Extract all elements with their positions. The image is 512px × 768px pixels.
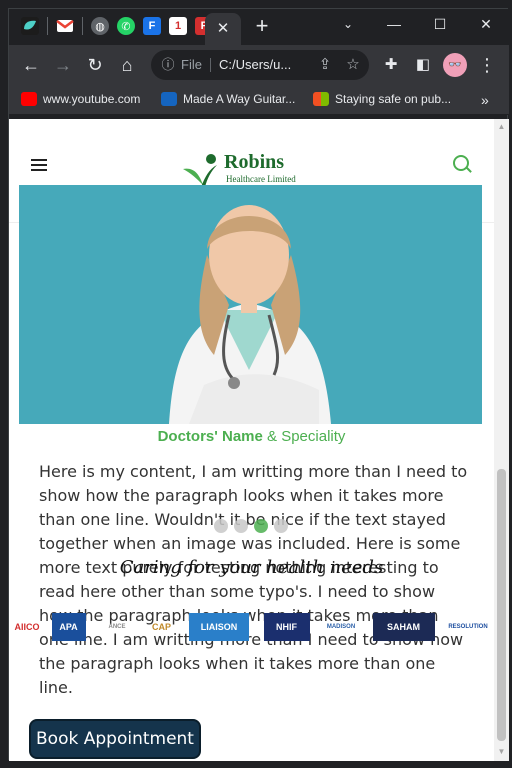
active-tab[interactable]: ✕ (205, 13, 241, 45)
close-tab-icon[interactable]: ✕ (213, 19, 233, 39)
back-arrow-icon[interactable]: ← (19, 53, 43, 77)
file-scheme-label: File (181, 57, 202, 72)
browser-window: ◍ ✆ F 1 F ✕ + ⌄ — ☐ ✕ ← → ↻ ⌂ ⓘ File C:/… (8, 8, 509, 761)
scrollbar-thumb[interactable] (497, 469, 506, 741)
scroll-down-icon[interactable]: ▼ (494, 746, 509, 758)
doctor-photo (19, 185, 482, 424)
partner-logo[interactable]: CAP (149, 613, 175, 641)
profile-avatar[interactable]: 👓 (443, 53, 467, 77)
info-icon[interactable]: ⓘ (159, 56, 177, 74)
maximize-button[interactable]: ☐ (417, 9, 463, 39)
tab-separator (47, 17, 48, 35)
site-favicon-icon (161, 92, 177, 106)
carousel-dots (214, 519, 288, 533)
partner-logo[interactable]: SAHAM (372, 613, 435, 641)
partner-logo[interactable]: ANCE (100, 613, 134, 641)
bookmarks-bar: www.youtube.com Made A Way Guitar... Sta… (9, 85, 509, 115)
address-bar[interactable]: ⓘ File C:/Users/u... ⇪ ☆ (151, 50, 369, 80)
bookmark-label: Made A Way Guitar... (183, 92, 296, 106)
partner-logo[interactable]: MADISON (324, 613, 358, 641)
carousel-dot[interactable] (234, 519, 248, 533)
doctor-name: Doctors' Name (157, 428, 263, 445)
doctor-speciality: Speciality (281, 428, 346, 445)
carousel-dot-active[interactable] (254, 519, 268, 533)
partner-logo[interactable]: NHIF (263, 613, 310, 641)
web-page: Robins Healthcare Limited Doctors' Name (9, 119, 494, 761)
doctor-connector: & (267, 428, 278, 445)
scroll-up-icon[interactable]: ▲ (494, 121, 509, 133)
bookmarks-overflow-icon[interactable]: » (481, 92, 489, 108)
minimize-button[interactable]: — (371, 9, 417, 39)
carousel-dot[interactable] (274, 519, 288, 533)
partner-logo[interactable]: AIICO (15, 613, 40, 641)
whatsapp-icon[interactable]: ✆ (117, 17, 135, 35)
doctor-name-heading: Doctors' Name & Speciality (9, 428, 494, 445)
forward-arrow-icon[interactable]: → (51, 53, 75, 77)
close-window-button[interactable]: ✕ (463, 9, 509, 39)
bookmark-microsoft[interactable]: Staying safe on pub... (313, 92, 451, 106)
flag-icon[interactable]: 1 (169, 17, 187, 35)
globe-icon[interactable]: ◍ (91, 17, 109, 35)
tab-favicons: ◍ ✆ F 1 F (21, 17, 213, 35)
share-icon[interactable]: ⇪ (315, 55, 335, 75)
bookmark-label: Staying safe on pub... (335, 92, 452, 106)
home-icon[interactable]: ⌂ (115, 53, 139, 77)
brand-name[interactable]: Robins (224, 151, 284, 174)
tab-search-chevron-icon[interactable]: ⌄ (325, 9, 371, 39)
reload-icon[interactable]: ↻ (83, 53, 107, 77)
carousel-dot[interactable] (214, 519, 228, 533)
bookmark-youtube[interactable]: www.youtube.com (21, 92, 140, 106)
tab-strip: ◍ ✆ F 1 F ✕ + ⌄ — ☐ ✕ (9, 9, 509, 45)
tab-separator (82, 17, 83, 35)
tagline: Caring for your health needs (119, 557, 384, 578)
brand-logo-icon (183, 154, 217, 187)
book-appointment-button[interactable]: Book Appointment (29, 719, 201, 759)
youtube-icon (21, 92, 37, 106)
partner-logo[interactable]: RESOLUTION (448, 613, 487, 641)
microsoft-icon (313, 92, 329, 106)
omnibox-divider (210, 58, 211, 72)
menu-kebab-icon[interactable]: ⋮ (475, 53, 499, 77)
browser-toolbar: ← → ↻ ⌂ ⓘ File C:/Users/u... ⇪ ☆ ✚ ◧ 👓 ⋮ (9, 45, 509, 85)
brand-subtitle: Healthcare Limited (226, 174, 296, 184)
content-paragraph: Here is my content, I am writting more t… (39, 462, 468, 697)
url-text[interactable]: C:/Users/u... (219, 57, 311, 72)
partner-logos: AIICO APA ANCE CAP LIAISON NHIF MADISON … (15, 609, 488, 645)
search-icon[interactable] (453, 155, 469, 171)
side-panel-icon[interactable]: ◧ (411, 53, 435, 77)
hamburger-menu-icon[interactable] (31, 159, 47, 171)
partner-logo[interactable]: APA (51, 613, 86, 641)
extensions-puzzle-icon[interactable]: ✚ (379, 53, 403, 77)
bookmark-star-icon[interactable]: ☆ (343, 55, 363, 75)
bookmark-label: www.youtube.com (43, 92, 141, 106)
gmail-icon[interactable] (56, 17, 74, 35)
partner-logo[interactable]: LIAISON (189, 613, 249, 641)
f-icon[interactable]: F (143, 17, 161, 35)
page-scrollbar[interactable]: ▲ ▼ (494, 119, 509, 761)
app-logo-icon[interactable] (21, 17, 39, 35)
bookmark-guitar[interactable]: Made A Way Guitar... (161, 92, 295, 106)
new-tab-button[interactable]: + (251, 15, 273, 38)
